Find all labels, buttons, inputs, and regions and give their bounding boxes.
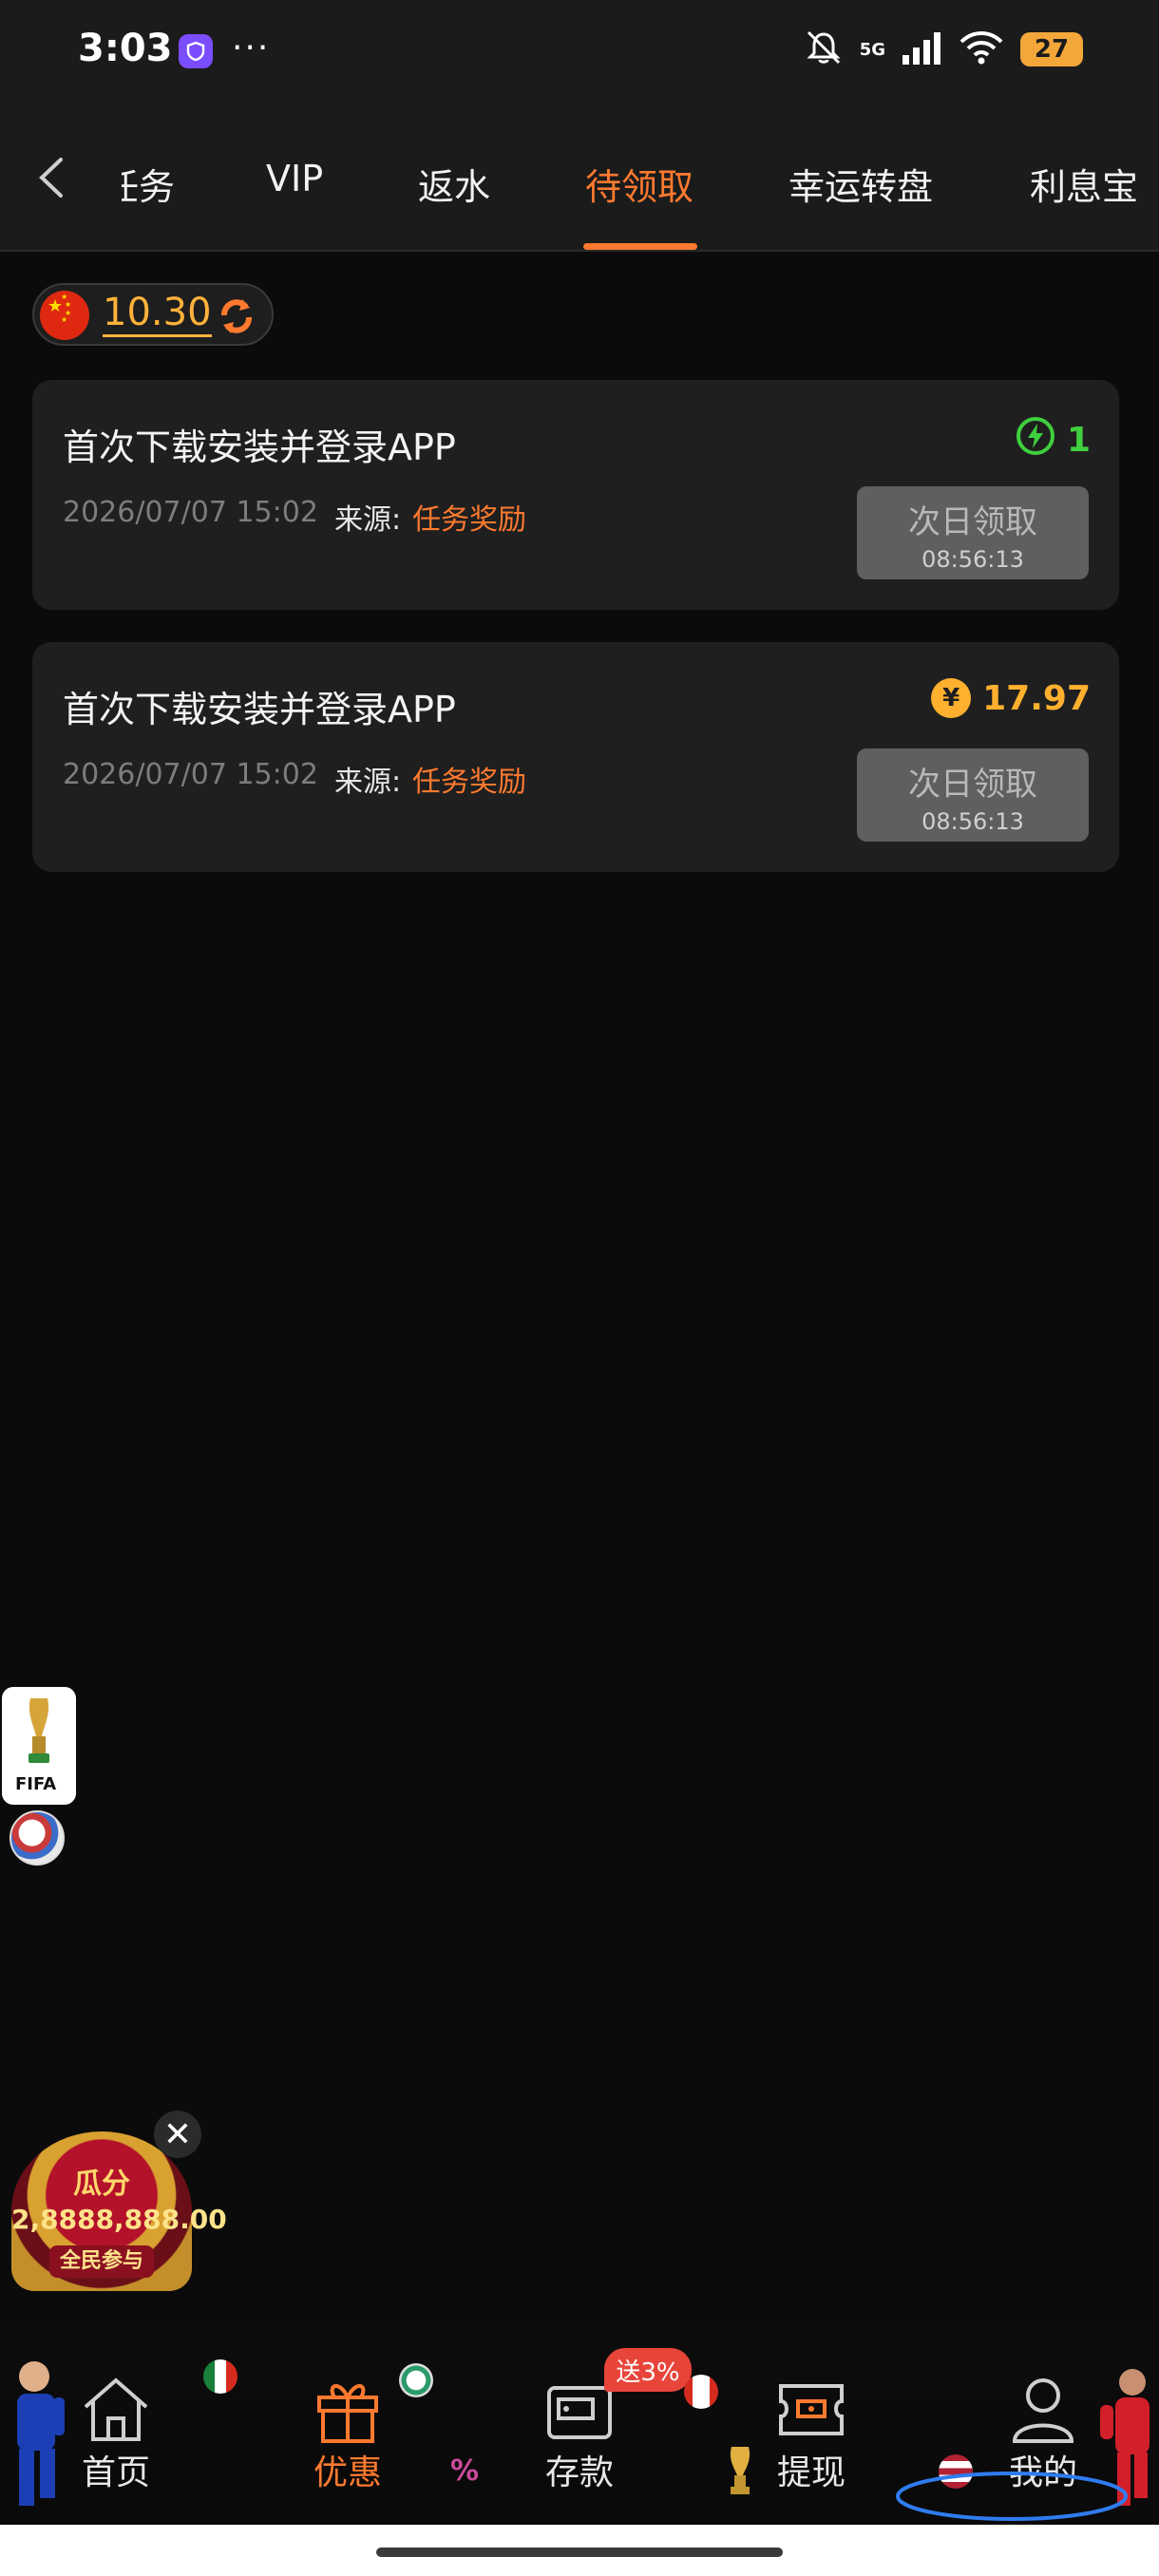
reward-card: 首次下载安装并登录APP ¥ 17.97 2026/07/07 15:02 来源… (32, 642, 1119, 872)
source-label: 来源: (334, 503, 402, 537)
trophy-icon (722, 2443, 756, 2500)
card-title: 首次下载安装并登录APP (63, 426, 456, 468)
balance-amount: 10.30 (103, 291, 212, 337)
tab-vip[interactable]: VIP (266, 158, 323, 199)
app-shield-icon (179, 34, 213, 68)
soccer-ball-icon (399, 2363, 433, 2397)
network-type: 5G (859, 39, 885, 60)
nav-withdraw-label: 提现 (776, 2453, 846, 2492)
deposit-bonus-badge: 送3% (604, 2348, 692, 2392)
card-date: 2026/07/07 15:02 (63, 758, 318, 791)
status-time: 3:03 (78, 27, 173, 70)
tab-interest[interactable]: 利息宝 (1030, 158, 1138, 210)
claim-next-day-button[interactable]: 次日领取 08:56:13 (857, 486, 1089, 579)
nav-deposit[interactable]: 存款 (513, 2375, 646, 2508)
watermark-logo (893, 2468, 1130, 2525)
tab-rebate[interactable]: 返水 (418, 158, 490, 210)
claim-timer: 08:56:13 (922, 808, 1024, 835)
fifa-world-cup-badge[interactable]: FIFA (2, 1687, 76, 1805)
reward-value: 1 (1066, 421, 1091, 460)
card-reward: 1 (1016, 416, 1091, 464)
promo-join: 全民参与 (49, 2245, 154, 2278)
system-home-area (0, 2525, 1159, 2576)
claim-timer: 08:56:13 (922, 546, 1024, 573)
reward-card: 首次下载安装并登录APP 1 2026/07/07 15:02 来源: 任务奖励… (32, 380, 1119, 610)
claim-next-day-button[interactable]: 次日领取 08:56:13 (857, 748, 1089, 842)
signal-icon (901, 28, 942, 70)
status-bar: 3:03 ··· 5G 27 (0, 0, 1159, 104)
canada-flag-icon (684, 2375, 718, 2409)
nav-home[interactable]: 首页 (49, 2375, 182, 2508)
active-tab-indicator (583, 243, 697, 250)
more-dots: ··· (232, 28, 271, 67)
gift-icon (312, 2375, 384, 2443)
close-icon[interactable]: ✕ (154, 2111, 201, 2158)
jackpot-promo-widget[interactable]: 瓜分 2,8888,888.00 全民参与 ✕ (11, 2111, 227, 2291)
home-indicator[interactable] (376, 2548, 783, 2557)
mute-icon (803, 28, 845, 70)
nav-promotions[interactable]: 优惠 (281, 2375, 414, 2508)
yuan-coin-icon: ¥ (931, 678, 972, 718)
user-icon (1007, 2375, 1079, 2443)
home-icon (80, 2375, 152, 2443)
reward-value: 17.97 (982, 678, 1091, 718)
lightning-icon (1016, 416, 1055, 464)
nav-withdraw[interactable]: 提现 (745, 2375, 878, 2508)
source-label: 来源: (334, 766, 402, 799)
balance-pill[interactable]: ★ ★ ★ ★ ★ 10.30 (32, 283, 274, 346)
promo-amount: 2,8888,888.00 (11, 2204, 227, 2235)
nav-home-label: 首页 (81, 2453, 150, 2492)
nav-promotions-label: 优惠 (313, 2453, 382, 2492)
tab-bar: 任务 VIP 返水 待领取 幸运转盘 利息宝 (0, 104, 1159, 252)
fifa-label: FIFA (15, 1774, 57, 1794)
trophy-icon (23, 1695, 55, 1772)
status-icons: 5G 27 (803, 28, 1083, 70)
nav-deposit-label: 存款 (544, 2453, 614, 2492)
bottom-nav: 首页 优惠 存款 送3% 提现 我的 % (0, 2325, 1159, 2525)
refresh-icon[interactable] (215, 294, 258, 338)
decor-logo-icon: % (450, 2454, 480, 2488)
promo-medal: 瓜分 2,8888,888.00 全民参与 (11, 2131, 227, 2291)
card-title: 首次下载安装并登录APP (63, 689, 456, 730)
back-arrow-icon[interactable] (30, 154, 72, 201)
claim-label: 次日领取 (908, 766, 1037, 804)
wifi-icon (958, 28, 1005, 70)
tab-pending-claim[interactable]: 待领取 (585, 158, 694, 210)
promo-title: 瓜分 (73, 2168, 130, 2201)
tab-lucky-wheel[interactable]: 幸运转盘 (788, 158, 933, 210)
mexico-flag-icon (203, 2359, 238, 2394)
card-reward: ¥ 17.97 (931, 678, 1091, 718)
soccer-ball-icon[interactable] (10, 1810, 65, 1866)
ticket-icon (775, 2375, 847, 2443)
source-value: 任务奖励 (412, 503, 526, 537)
source-value: 任务奖励 (412, 766, 526, 799)
claim-label: 次日领取 (908, 503, 1037, 541)
battery-icon: 27 (1020, 32, 1083, 66)
tab-tasks[interactable]: 任务 (122, 158, 175, 210)
china-flag-icon: ★ ★ ★ ★ ★ (40, 291, 89, 340)
card-date: 2026/07/07 15:02 (63, 496, 318, 529)
